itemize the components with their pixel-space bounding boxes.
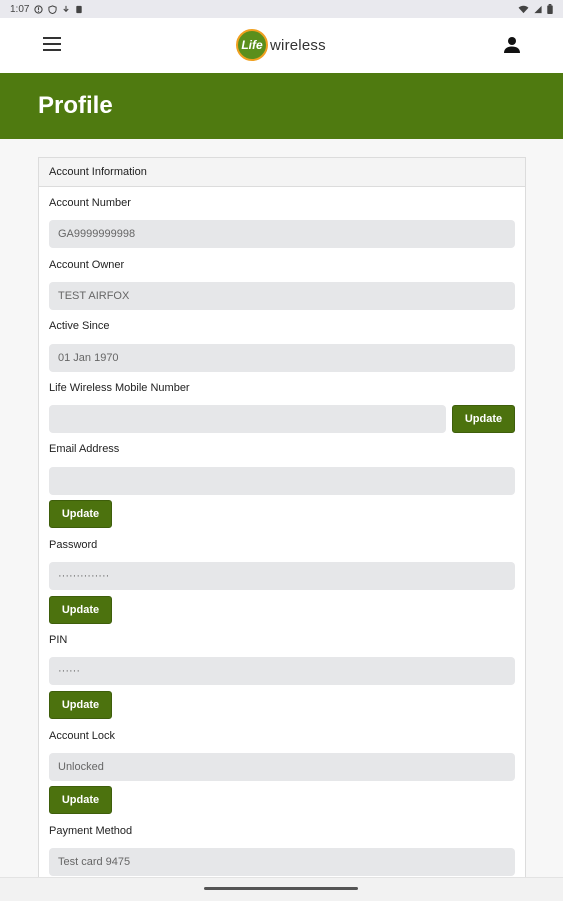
account-information-card: Account Information Account Number GA999… — [38, 157, 526, 877]
password-field[interactable]: ·············· — [49, 562, 515, 590]
email-field[interactable] — [49, 467, 515, 495]
update-email-button[interactable]: Update — [49, 500, 112, 528]
account-lock-label: Account Lock — [49, 730, 116, 742]
account-button[interactable] — [502, 35, 522, 55]
system-navigation-bar — [0, 877, 563, 901]
home-gesture-handle[interactable] — [204, 887, 358, 890]
active-since-label: Active Since — [49, 320, 110, 332]
payment-method-field[interactable]: Test card 9475 — [49, 848, 515, 876]
page-title: Profile — [38, 92, 113, 119]
update-mobile-number-button[interactable]: Update — [452, 405, 515, 433]
password-label: Password — [49, 539, 98, 551]
logo-wordmark: wireless — [270, 36, 326, 54]
status-left: 1:07 — [10, 4, 83, 15]
hamburger-icon-bar — [43, 37, 61, 39]
download-icon — [62, 5, 70, 14]
status-bar: 1:07 — [0, 0, 563, 18]
update-password-button[interactable]: Update — [49, 596, 112, 624]
account-number-field: GA9999999998 — [49, 220, 515, 248]
account-owner-field: TEST AIRFOX — [49, 282, 515, 310]
profile-content[interactable]: Account Information Account Number GA999… — [0, 139, 563, 877]
mobile-number-label: Life Wireless Mobile Number — [49, 382, 190, 394]
brand-logo[interactable]: Life wireless — [236, 28, 326, 62]
status-right — [518, 4, 553, 14]
hamburger-icon-bar — [43, 49, 61, 51]
alert-circle-icon — [34, 4, 44, 14]
signal-icon — [533, 5, 543, 14]
hamburger-icon-bar — [43, 43, 61, 45]
update-pin-button[interactable]: Update — [49, 691, 112, 719]
status-time: 1:07 — [10, 3, 30, 15]
pin-label: PIN — [49, 634, 68, 646]
account-number-label: Account Number — [49, 197, 131, 209]
battery-icon — [547, 4, 553, 14]
wifi-icon — [518, 5, 529, 14]
sim-icon — [75, 5, 83, 14]
shield-icon — [48, 4, 58, 14]
payment-method-label: Payment Method — [49, 825, 133, 837]
account-owner-label: Account Owner — [49, 259, 125, 271]
email-label: Email Address — [49, 443, 120, 455]
active-since-field: 01 Jan 1970 — [49, 344, 515, 372]
user-icon — [504, 37, 520, 53]
account-lock-field[interactable]: Unlocked — [49, 753, 515, 781]
mobile-number-field[interactable] — [49, 405, 446, 433]
update-account-lock-button[interactable]: Update — [49, 786, 112, 814]
page-banner: Profile — [0, 73, 563, 139]
menu-button[interactable] — [43, 37, 61, 53]
logo-mark: Life — [236, 29, 268, 61]
card-title: Account Information — [39, 158, 525, 187]
pin-field[interactable]: ······ — [49, 657, 515, 685]
app-header: Life wireless — [0, 18, 563, 73]
